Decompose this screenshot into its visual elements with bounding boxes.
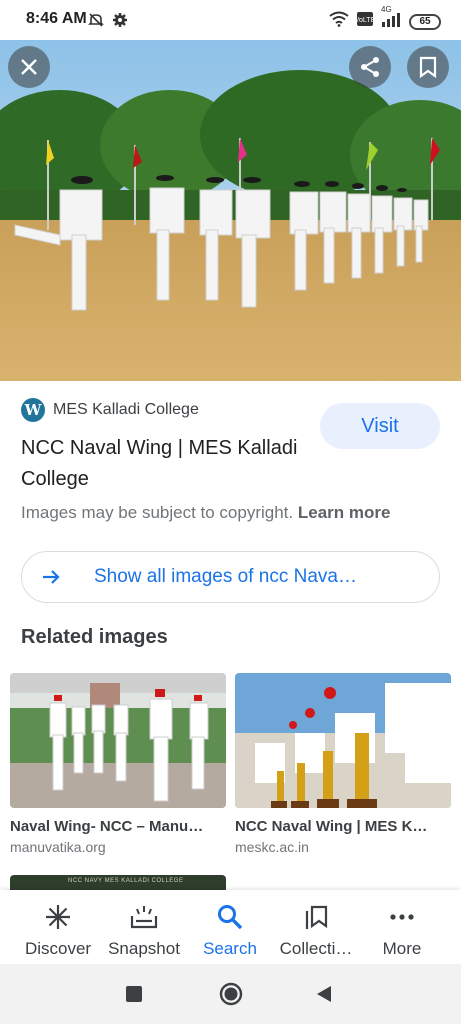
more-dots-icon [389, 890, 415, 935]
related-image-card[interactable]: NCC NAVY MES KALLADI COLLEGE [10, 875, 226, 890]
nav-more[interactable]: More [356, 890, 448, 964]
svg-text:VoLTE: VoLTE [357, 17, 373, 24]
related-banner-text: NCC NAVY MES KALLADI COLLEGE [68, 878, 184, 884]
nav-more-label: More [382, 939, 422, 958]
mute-icon [88, 12, 104, 33]
nav-search[interactable]: Search [184, 890, 276, 964]
related-title: Naval Wing- NCC – Manu… [10, 818, 204, 835]
nav-discover-label: Discover [24, 939, 92, 958]
gear-icon [112, 12, 128, 33]
nav-discover[interactable]: Discover [12, 890, 104, 964]
visit-button[interactable]: Visit [320, 403, 440, 449]
share-icon [359, 56, 381, 78]
volte-icon: VoLTE [355, 12, 376, 31]
system-navigation-bar [0, 964, 461, 1024]
copyright-notice: Images may be subject to copyright. Lear… [21, 503, 390, 523]
nav-snapshot-label: Snapshot [108, 939, 180, 958]
learn-more-link[interactable]: Learn more [298, 503, 391, 522]
recents-button[interactable] [126, 986, 142, 1007]
related-image-card[interactable]: Naval Wing- NCC – Manu… manuvatika.org [10, 673, 226, 855]
wifi-icon [329, 11, 349, 32]
related-image-card[interactable]: NCC Naval Wing | MES K… meskc.ac.in [235, 673, 451, 855]
search-icon [217, 890, 243, 935]
related-domain: meskc.ac.in [235, 839, 309, 855]
bookmark-icon [419, 56, 437, 78]
show-all-label: Show all images of ncc Nava… [94, 566, 357, 587]
snapshot-icon [130, 890, 158, 935]
close-button[interactable] [8, 46, 50, 88]
nav-snapshot[interactable]: Snapshot [98, 890, 190, 964]
status-bar: 8:46 AM VoLTE 4G 65 [0, 0, 461, 40]
nav-collections-label: Collecti… [279, 939, 353, 958]
asterisk-icon [45, 890, 71, 935]
show-all-images-button[interactable]: Show all images of ncc Nava… [21, 551, 440, 603]
source-row[interactable]: W MES Kalladi College [21, 398, 199, 422]
arrow-right-icon [40, 566, 62, 588]
related-thumbnail[interactable] [10, 673, 226, 808]
result-title[interactable]: NCC Naval Wing | MES Kalladi College [21, 433, 301, 495]
related-thumbnail[interactable] [235, 673, 451, 808]
back-button[interactable] [316, 985, 332, 1008]
related-title: NCC Naval Wing | MES K… [235, 818, 428, 835]
share-button[interactable] [349, 46, 391, 88]
bottom-navigation: Discover Snapshot Search Collecti… More [0, 890, 461, 964]
bookmark-button[interactable] [407, 46, 449, 88]
collections-icon [303, 890, 329, 935]
nav-collections[interactable]: Collecti… [270, 890, 362, 964]
hero-image[interactable] [0, 40, 461, 381]
battery-icon: 65 [409, 13, 441, 30]
source-name: MES Kalladi College [53, 401, 199, 418]
wordpress-icon: W [21, 398, 45, 422]
copyright-text: Images may be subject to copyright. [21, 503, 294, 522]
related-images-heading: Related images [21, 626, 168, 648]
home-button[interactable] [219, 982, 243, 1011]
close-icon [20, 58, 38, 76]
signal-icon: 4G [381, 5, 401, 32]
nav-search-label: Search [203, 939, 257, 958]
status-time: 8:46 AM [26, 10, 87, 27]
related-domain: manuvatika.org [10, 839, 106, 855]
